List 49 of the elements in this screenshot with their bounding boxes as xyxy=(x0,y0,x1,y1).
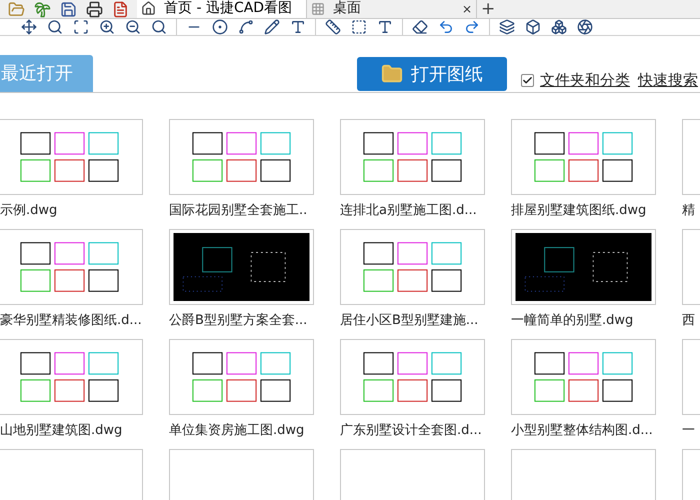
file-name: 小型别墅整体结构图.d... xyxy=(511,422,653,440)
tab[interactable]: 首页 - 迅捷CAD看图 xyxy=(137,0,307,18)
folder-category-link[interactable]: 文件夹和分类 xyxy=(540,69,630,92)
zoom-window-icon[interactable] xyxy=(47,19,63,35)
file-name: 示例.dwg xyxy=(0,202,58,220)
zoom-box-icon[interactable] xyxy=(73,19,89,35)
folder-icon xyxy=(381,63,403,85)
file-name: 一幢简单的别墅.dwg xyxy=(511,312,634,330)
pdf-file-icon[interactable] xyxy=(112,0,129,18)
file-name: 西 xyxy=(682,312,695,330)
area-icon[interactable] xyxy=(351,19,367,35)
text-edit-icon[interactable] xyxy=(290,19,306,35)
layers-icon[interactable] xyxy=(499,19,515,35)
file-name: 一 xyxy=(682,422,695,440)
text-icon[interactable] xyxy=(377,19,393,35)
redo-icon[interactable] xyxy=(464,19,480,35)
file-name: 连排北a别墅施工图.d... xyxy=(340,202,477,220)
file-name: 广东别墅设计全套图.d... xyxy=(340,422,482,440)
cube-icon[interactable] xyxy=(525,19,541,35)
quick-search-link[interactable]: 快速搜索 xyxy=(638,69,698,92)
undo-icon[interactable] xyxy=(438,19,454,35)
printer-icon[interactable] xyxy=(86,0,103,18)
checkbox[interactable] xyxy=(521,74,534,87)
move-icon[interactable] xyxy=(21,19,37,35)
eraser-icon[interactable] xyxy=(412,19,428,35)
color-wheel-icon[interactable] xyxy=(577,19,593,35)
curve-icon[interactable] xyxy=(238,19,254,35)
file-name: 精 xyxy=(682,202,695,220)
circle-icon[interactable] xyxy=(212,19,228,35)
file-name: 豪华别墅精装修图纸.d... xyxy=(0,312,142,330)
open-drawing-button[interactable]: 打开图纸 xyxy=(357,57,507,91)
file-name: 排屋别墅建筑图纸.dwg xyxy=(511,202,646,220)
zoom-in-icon[interactable] xyxy=(99,19,115,35)
file-name: 国际花园别墅全套施工.. xyxy=(169,202,308,220)
file-name: 山地别墅建筑图.dwg xyxy=(0,422,122,440)
close-button[interactable]: × xyxy=(462,0,472,18)
zoom-previous-icon[interactable] xyxy=(151,19,167,35)
block-icon[interactable] xyxy=(551,19,567,35)
measure-icon[interactable] xyxy=(325,19,341,35)
pencil-icon[interactable] xyxy=(264,19,280,35)
zoom-out-icon[interactable] xyxy=(125,19,141,35)
grid-icon xyxy=(311,2,325,16)
palm-tree-icon[interactable] xyxy=(34,0,51,18)
home-icon xyxy=(141,1,156,16)
save-icon[interactable] xyxy=(60,0,77,18)
new-tab-button[interactable]: + xyxy=(477,0,500,18)
file-name: 单位集资房施工图.dwg xyxy=(169,422,304,440)
file-name: 公爵B型别墅方案全套... xyxy=(169,312,308,330)
file-name: 居住小区B型别墅建施... xyxy=(340,312,478,330)
